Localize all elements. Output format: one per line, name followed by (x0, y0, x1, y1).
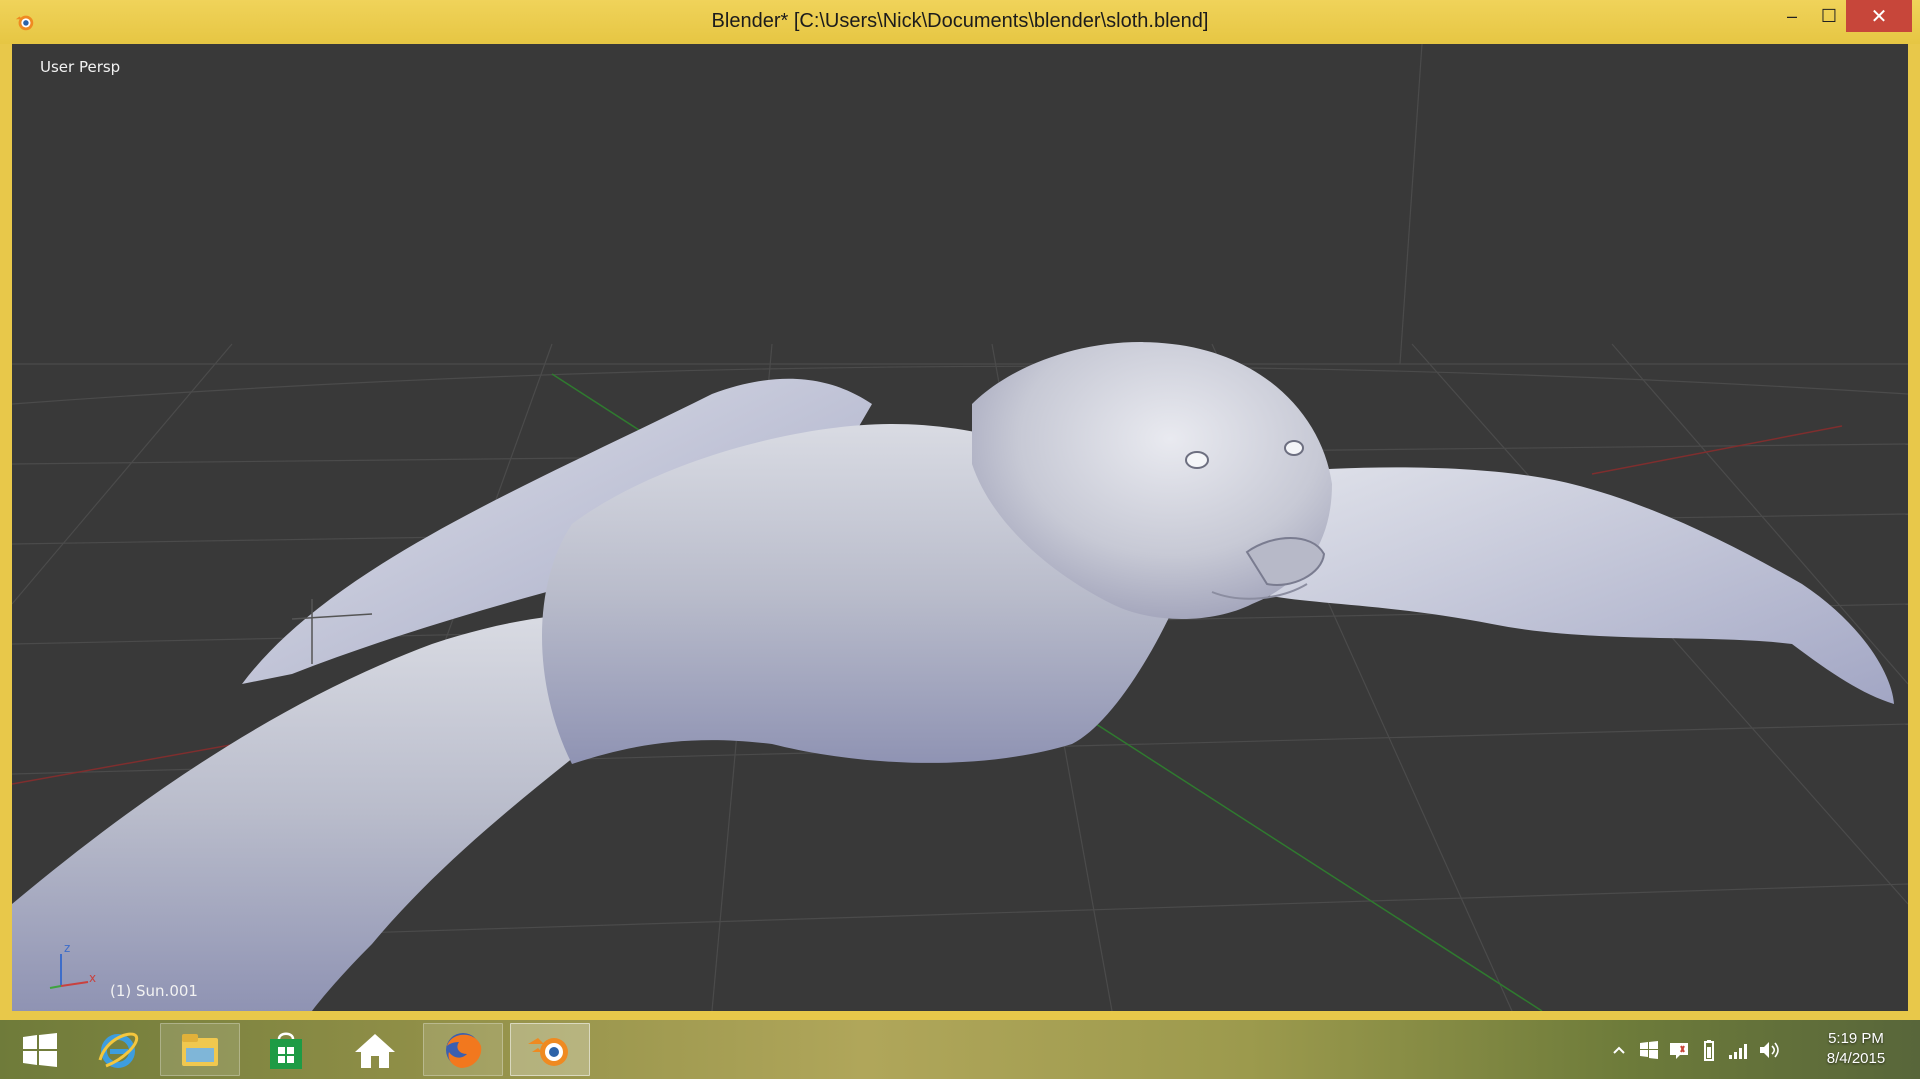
sloth-left-eye (1185, 451, 1209, 469)
gizmo-x-label: x (89, 971, 96, 985)
tray-windows-icon[interactable] (1634, 1035, 1664, 1065)
file-explorer-icon (182, 1033, 218, 1066)
start-button[interactable] (0, 1023, 80, 1076)
taskbar-file-explorer[interactable] (160, 1023, 240, 1076)
taskbar-store[interactable] (246, 1023, 326, 1076)
title-bar[interactable]: Blender* [C:\Users\Nick\Documents\blende… (0, 0, 1920, 44)
scene-render[interactable] (12, 44, 1908, 1011)
internet-explorer-icon (98, 1032, 139, 1068)
blender-window: Blender* [C:\Users\Nick\Documents\blende… (0, 0, 1920, 1020)
close-button[interactable]: ✕ (1846, 0, 1912, 32)
windows-logo-icon (23, 1032, 57, 1067)
tray-show-hidden-chevron-icon[interactable] (1604, 1035, 1634, 1065)
home-icon (355, 1033, 395, 1068)
taskbar: 5:19 PM 8/4/2015 (0, 1020, 1920, 1079)
3d-viewport[interactable]: User Persp z x (1) Sun.001 (12, 44, 1908, 1011)
x-axis-line-right (1591, 425, 1843, 475)
taskbar-blender[interactable] (510, 1023, 590, 1076)
taskbar-home[interactable] (335, 1023, 415, 1076)
axis-gizmo: z x (49, 941, 96, 989)
window-title: Blender* [C:\Users\Nick\Documents\blende… (711, 10, 1209, 32)
taskbar-firefox[interactable] (423, 1023, 503, 1076)
minimize-button[interactable]: – (1772, 0, 1812, 32)
clock-date: 8/4/2015 (1826, 1050, 1886, 1067)
view-mode-label: User Persp (40, 58, 121, 76)
sloth-right-arm (1262, 467, 1894, 704)
tray-network-signal-icon[interactable] (1724, 1035, 1754, 1065)
store-icon (270, 1032, 302, 1069)
tray-action-center-icon[interactable] (1664, 1035, 1694, 1065)
maximize-button[interactable]: ☐ (1812, 0, 1846, 32)
tray-battery-icon[interactable] (1694, 1035, 1724, 1065)
system-tray (1604, 1020, 1784, 1079)
gizmo-z-label: z (64, 941, 70, 955)
clock-time: 5:19 PM (1828, 1030, 1884, 1047)
taskbar-clock[interactable]: 5:19 PM 8/4/2015 (1800, 1029, 1912, 1069)
firefox-icon (446, 1032, 482, 1068)
blender-icon (528, 1037, 568, 1066)
taskbar-internet-explorer[interactable] (78, 1023, 158, 1076)
sloth-right-eye (1284, 440, 1304, 456)
active-object-label: (1) Sun.001 (110, 982, 198, 1000)
tray-volume-icon[interactable] (1754, 1035, 1784, 1065)
